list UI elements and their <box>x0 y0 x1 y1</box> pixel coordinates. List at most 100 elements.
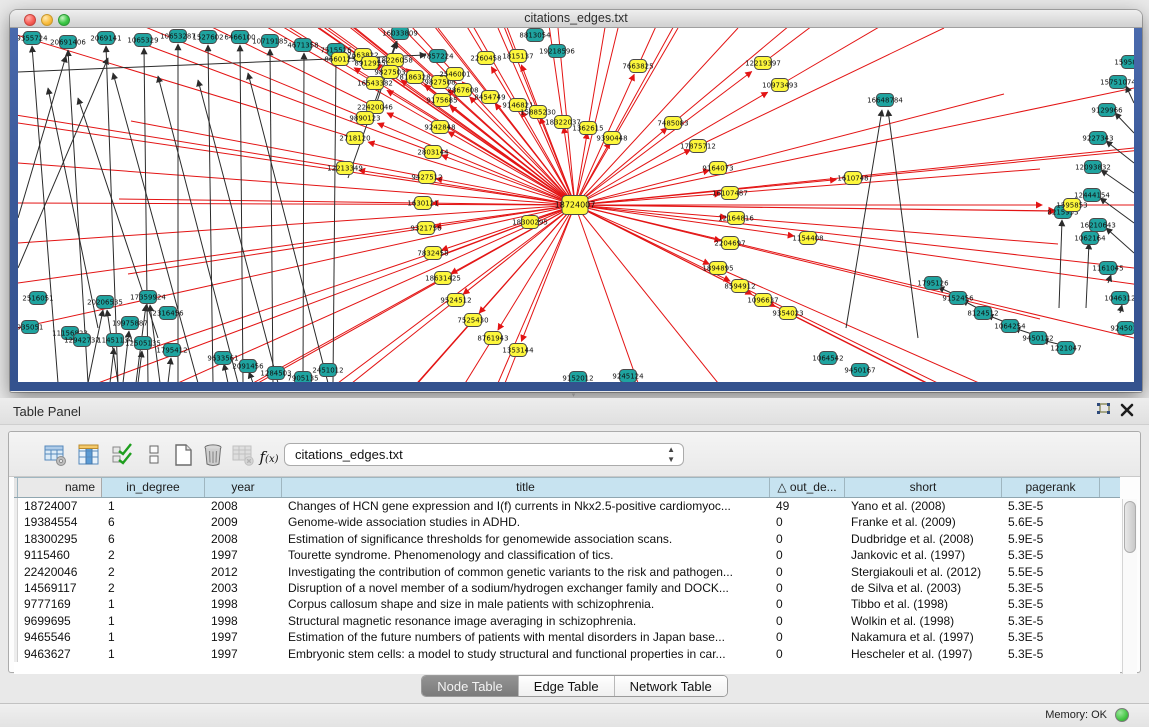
scrollbar-thumb[interactable] <box>1124 501 1136 553</box>
graph-edge[interactable] <box>128 228 426 274</box>
graph-edge[interactable] <box>448 132 575 205</box>
graph-node[interactable]: 9450167 <box>844 364 875 377</box>
table-row[interactable]: 969969511998Structural magnetic resonanc… <box>14 613 1120 629</box>
graph-edge[interactable] <box>730 243 1040 319</box>
graph-node[interactable]: 935051 <box>18 321 43 334</box>
graph-node[interactable]: 9245012 <box>1110 322 1134 335</box>
graph-edge[interactable] <box>575 150 691 205</box>
graph-node[interactable]: 9129966 <box>1091 104 1123 117</box>
tab-edge-table[interactable]: Edge Table <box>519 676 615 696</box>
graph-node[interactable]: 9355724 <box>18 32 48 45</box>
graph-edge[interactable] <box>240 45 243 382</box>
graph-edge[interactable] <box>440 222 530 256</box>
table-row[interactable]: 1938455462009Genome-wide association stu… <box>14 514 1120 530</box>
graph-node[interactable]: 1096637 <box>747 294 778 307</box>
create-column-icon[interactable] <box>171 443 195 467</box>
graph-node[interactable]: 1795412 <box>156 344 187 357</box>
graph-node[interactable]: 2204697 <box>714 237 745 250</box>
table-vertical-scrollbar[interactable] <box>1122 499 1137 674</box>
graph-edge[interactable] <box>208 45 213 382</box>
graph-node[interactable]: 9524512 <box>440 294 471 307</box>
table-row[interactable]: 946554611997Estimation of the future num… <box>14 629 1120 645</box>
graph-edge[interactable] <box>588 28 614 128</box>
column-header-pagerank[interactable]: pagerank <box>1002 478 1100 497</box>
graph-node[interactable]: 7832458 <box>417 247 448 260</box>
graph-node[interactable]: 9450122 <box>1022 332 1053 345</box>
graph-node[interactable]: 9242848 <box>424 121 455 134</box>
graph-edge[interactable] <box>718 94 1004 168</box>
graph-node[interactable]: 9390448 <box>596 132 627 145</box>
graph-edge[interactable] <box>249 372 253 382</box>
graph-edge[interactable] <box>18 205 575 328</box>
window-titlebar[interactable]: citations_edges.txt <box>10 10 1142 28</box>
graph-edge[interactable] <box>575 28 618 205</box>
graph-edge[interactable] <box>198 80 278 382</box>
memory-status-indicator[interactable] <box>1115 708 1129 722</box>
graph-edge[interactable] <box>1106 141 1134 163</box>
graph-edge[interactable] <box>303 53 304 382</box>
graph-node[interactable]: 2516051 <box>22 292 53 305</box>
graph-edge[interactable] <box>1115 113 1134 133</box>
close-panel-icon[interactable] <box>1117 402 1137 420</box>
graph-edge[interactable] <box>575 28 738 205</box>
graph-edge[interactable] <box>248 73 328 382</box>
graph-node[interactable]: 8813054 <box>519 29 551 42</box>
graph-edge[interactable] <box>18 56 66 218</box>
graph-node[interactable]: 1062164 <box>1074 232 1106 245</box>
graph-node[interactable]: 12093832 <box>1075 161 1111 174</box>
graph-node[interactable]: 12164816 <box>718 212 754 225</box>
graph-edge[interactable] <box>846 110 882 328</box>
graph-edge[interactable] <box>404 28 518 56</box>
graph-node[interactable]: 10973493 <box>762 79 798 92</box>
graph-node[interactable]: 1065329 <box>127 34 158 47</box>
graph-edge[interactable] <box>224 364 228 382</box>
graph-node[interactable]: 10653287 <box>160 30 196 43</box>
table-row[interactable]: 946362711997Embryonic stem cells: a mode… <box>14 646 1120 662</box>
graph-node[interactable]: 1630121 <box>407 197 438 210</box>
delete-table-icon[interactable] <box>231 443 255 467</box>
graph-edge[interactable] <box>333 58 336 382</box>
graph-edge[interactable] <box>888 110 918 338</box>
graph-edge[interactable] <box>740 286 1070 382</box>
graph-node[interactable]: 1046312 <box>1104 292 1134 305</box>
graph-node[interactable]: 9227343 <box>1082 132 1113 145</box>
graph-edge[interactable] <box>575 205 718 382</box>
graph-node[interactable]: 7485083 <box>657 117 688 130</box>
network-canvas[interactable]: 9355724206914062069141106532910653287152… <box>18 28 1134 382</box>
graph-node[interactable]: 17875712 <box>680 140 716 153</box>
graph-edge[interactable] <box>788 313 1134 382</box>
graph-edge[interactable] <box>270 49 273 382</box>
graph-node[interactable]: 2069141 <box>90 32 121 45</box>
graph-edge[interactable] <box>1106 228 1134 253</box>
row-height-icon[interactable] <box>142 443 166 467</box>
graph-node[interactable]: 6466100 <box>224 31 255 44</box>
graph-node[interactable]: 19975887 <box>112 317 148 330</box>
graph-node[interactable]: 1353144 <box>502 344 534 357</box>
graph-node[interactable]: 16210643 <box>1080 219 1116 232</box>
graph-node[interactable]: 9321756 <box>410 222 442 235</box>
table-row[interactable]: 1872400712008Changes of HCN gene express… <box>14 498 1120 514</box>
graph-node[interactable]: 8454749 <box>474 91 505 104</box>
graph-edge[interactable] <box>698 28 944 146</box>
graph-node[interactable]: 15751074 <box>1100 76 1134 89</box>
graph-edge[interactable] <box>575 205 1056 211</box>
graph-node[interactable]: 2316456 <box>152 307 184 320</box>
graph-edge[interactable] <box>1059 220 1062 308</box>
graph-node[interactable]: 16648784 <box>867 94 903 107</box>
tab-node-table[interactable]: Node Table <box>422 676 519 696</box>
graph-node[interactable]: 7525430 <box>457 314 488 327</box>
table-row[interactable]: 1830029562008Estimation of significance … <box>14 531 1120 547</box>
graph-node[interactable]: 1815137 <box>502 50 533 63</box>
citation-network-graph[interactable]: 9355724206914062069141106532910653287152… <box>18 28 1134 382</box>
graph-node[interactable]: 9245124 <box>612 370 644 383</box>
graph-node[interactable]: 1064542 <box>812 352 843 365</box>
graph-edge[interactable] <box>575 28 678 205</box>
graph-edge[interactable] <box>575 88 1134 205</box>
graph-edge[interactable] <box>1120 305 1122 313</box>
graph-edge[interactable] <box>18 205 575 243</box>
graph-node[interactable]: 4671358 <box>287 39 318 52</box>
column-header-title[interactable]: title <box>282 478 770 497</box>
column-header-in_degree[interactable]: in_degree <box>102 478 205 497</box>
graph-node[interactable]: 7857224 <box>422 50 454 63</box>
graph-edge[interactable] <box>451 205 575 274</box>
